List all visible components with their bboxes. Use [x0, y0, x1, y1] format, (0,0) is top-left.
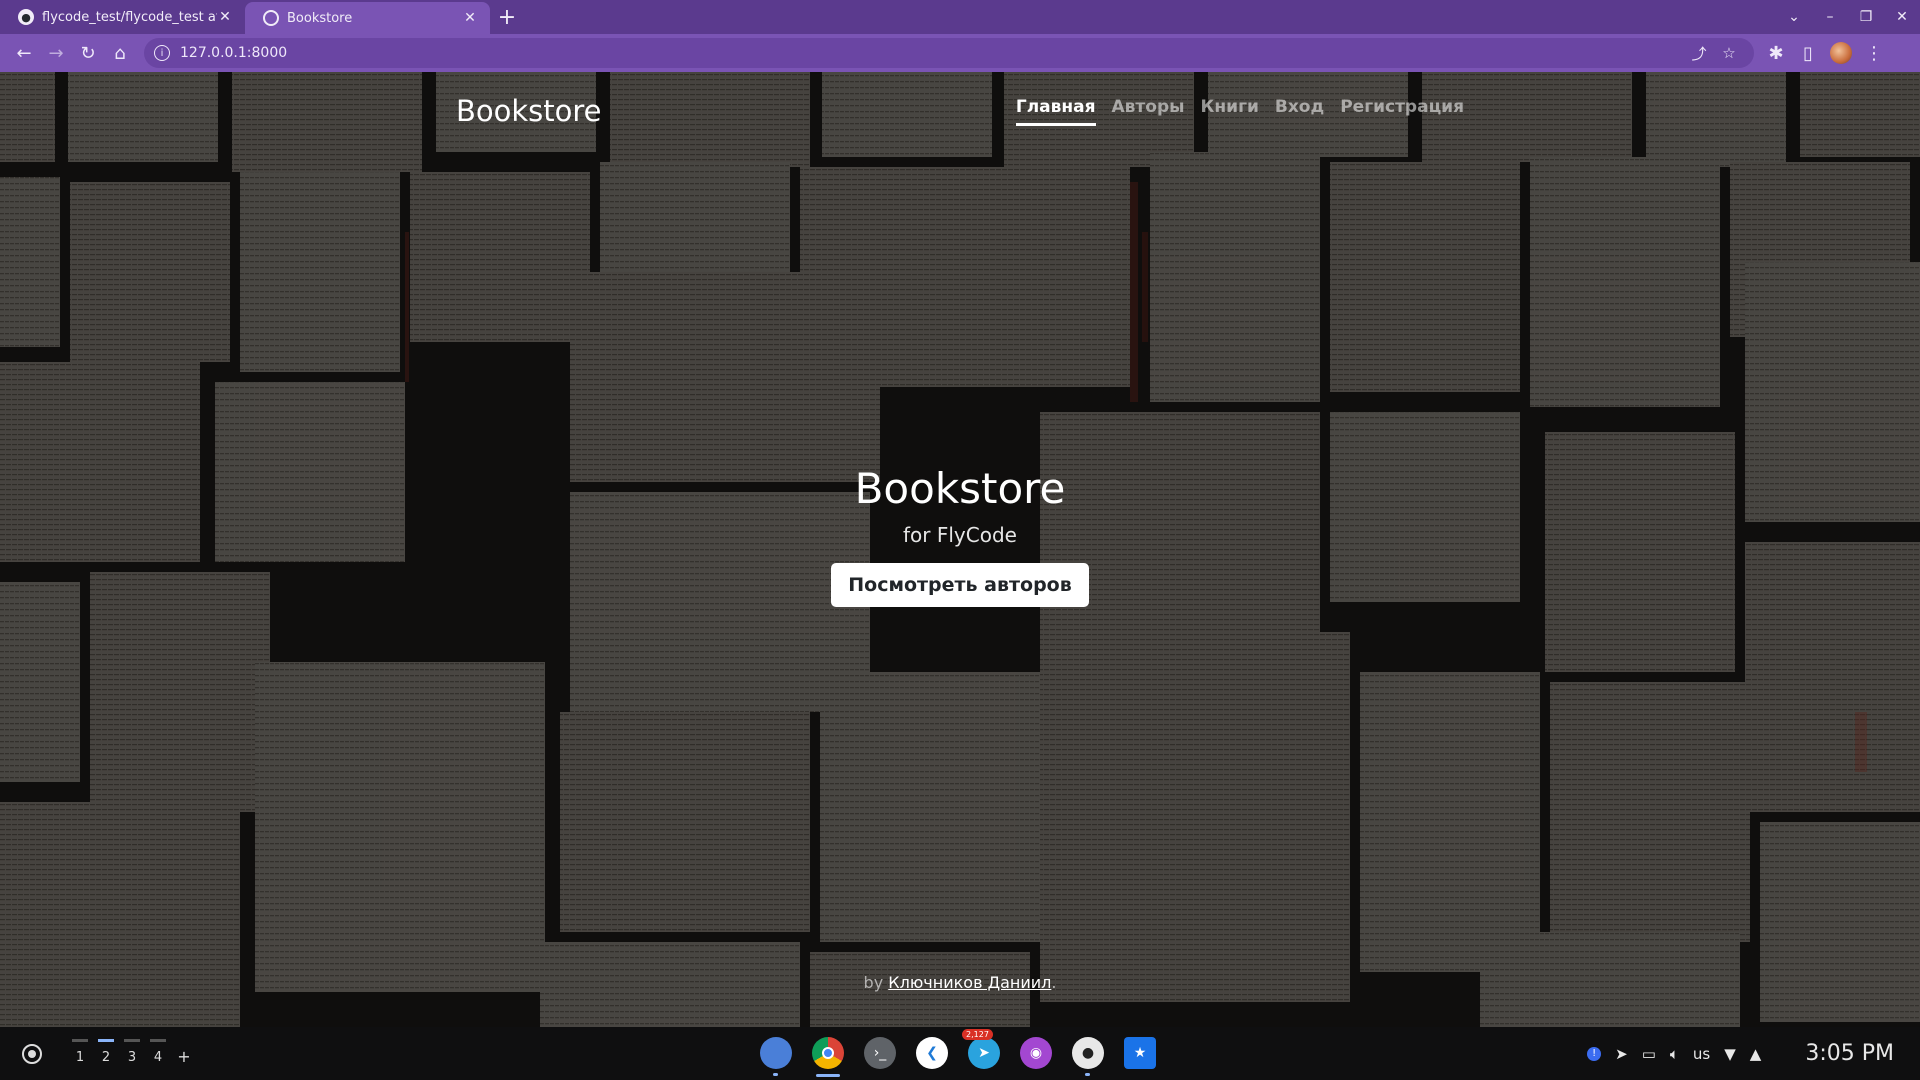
window-controls: ⌄ – ❐ ✕ — [1776, 0, 1920, 34]
expand-tray-icon: ▲ — [1749, 1044, 1762, 1063]
nav-link-authors[interactable]: Авторы — [1112, 97, 1185, 126]
footer-prefix: by — [863, 973, 884, 992]
restore-icon[interactable]: ❐ — [1848, 9, 1884, 25]
active-indicator — [816, 1074, 840, 1077]
browser-tab-strip: ● flycode_test/flycode_test at ✕ Booksto… — [0, 0, 1920, 34]
bookmark-star-icon[interactable]: ☆ — [1714, 44, 1744, 62]
unread-badge: 2,127 — [962, 1029, 993, 1040]
os-shelf: 1 2 3 4 + ›_ ❮ ➤ 2,127 ◉ ● ★ ! ➤ ▭ 🔈︎ us… — [0, 1027, 1920, 1080]
podcast-icon[interactable]: ◉ — [1020, 1037, 1052, 1069]
profile-avatar[interactable] — [1830, 42, 1852, 64]
page-footer: by Ключников Даниил. — [0, 973, 1920, 992]
nav-link-login[interactable]: Вход — [1275, 97, 1324, 126]
running-indicator — [773, 1073, 778, 1076]
back-icon[interactable]: ← — [8, 37, 40, 69]
send-icon: ➤ — [1615, 1044, 1628, 1063]
tab-title: Bookstore — [287, 10, 353, 26]
share-icon[interactable]: ⤴ — [1684, 43, 1714, 64]
notification-icon[interactable]: ! — [1587, 1046, 1602, 1061]
side-panel-icon[interactable]: ▯ — [1792, 37, 1824, 69]
close-tab-icon[interactable]: ✕ — [217, 9, 233, 25]
add-desk-button[interactable]: + — [176, 1039, 192, 1066]
desk-2[interactable]: 2 — [98, 1039, 114, 1066]
files-icon[interactable] — [760, 1037, 792, 1076]
clock[interactable]: 3:05 PM — [1805, 1041, 1894, 1066]
tab-search-icon[interactable]: ⌄ — [1776, 9, 1812, 25]
nav-link-home[interactable]: Главная — [1015, 97, 1096, 126]
author-link[interactable]: Ключников Даниил — [888, 973, 1051, 992]
tab-bookstore[interactable]: Bookstore ✕ — [245, 2, 490, 34]
close-window-icon[interactable]: ✕ — [1884, 9, 1920, 25]
hero-subtitle: for FlyCode — [903, 523, 1017, 547]
browser-toolbar: ← → ↻ ⌂ i 127.0.0.1:8000 ⤴ ☆ ✱ ▯ ⋮ — [0, 34, 1920, 72]
wifi-icon: ▼ — [1724, 1044, 1736, 1063]
volume-icon: 🔈︎ — [1669, 1044, 1679, 1063]
status-tray[interactable]: ! ➤ ▭ 🔈︎ us ▼ ▲ 3:05 PM — [1587, 1027, 1894, 1080]
clipboard-icon: ▭ — [1641, 1044, 1656, 1063]
pinned-apps: ›_ ❮ ➤ 2,127 ◉ ● ★ — [760, 1029, 1156, 1077]
close-tab-icon[interactable]: ✕ — [462, 10, 478, 26]
address-bar[interactable]: i 127.0.0.1:8000 ⤴ ☆ — [144, 38, 1754, 68]
desk-3[interactable]: 3 — [124, 1039, 140, 1066]
nav-link-register[interactable]: Регистрация — [1340, 97, 1464, 126]
page-viewport: Bookstore Главная Авторы Книги Вход Реги… — [0, 72, 1920, 1027]
site-navbar: Bookstore Главная Авторы Книги Вход Реги… — [456, 86, 1464, 136]
site-brand[interactable]: Bookstore — [456, 94, 602, 128]
desk-1[interactable]: 1 — [72, 1039, 88, 1066]
nav-links: Главная Авторы Книги Вход Регистрация — [1000, 97, 1464, 126]
terminal-icon[interactable]: ›_ — [864, 1037, 896, 1069]
launcher-icon[interactable] — [22, 1044, 42, 1064]
chrome-center — [822, 1047, 834, 1059]
tab-github[interactable]: ● flycode_test/flycode_test at ✕ — [0, 0, 245, 34]
view-authors-button[interactable]: Посмотреть авторов — [831, 563, 1089, 607]
new-tab-button[interactable]: + — [490, 0, 524, 34]
chrome-icon[interactable] — [812, 1037, 844, 1077]
github-icon: ● — [18, 9, 34, 25]
reload-icon[interactable]: ↻ — [72, 37, 104, 69]
telegram-icon[interactable]: ➤ 2,127 — [962, 1029, 1000, 1069]
folder-icon[interactable]: ★ — [1124, 1037, 1156, 1069]
globe-icon — [263, 10, 279, 26]
forward-icon[interactable]: → — [40, 37, 72, 69]
address-text[interactable]: 127.0.0.1:8000 — [180, 45, 1684, 61]
footer-suffix: . — [1051, 973, 1057, 992]
keyboard-layout: us — [1692, 1044, 1711, 1063]
virtual-desks: 1 2 3 4 + — [72, 1039, 192, 1066]
camera-icon[interactable]: ● — [1072, 1037, 1104, 1076]
desk-4[interactable]: 4 — [150, 1039, 166, 1066]
site-info-icon[interactable]: i — [154, 45, 170, 61]
hero-section: Bookstore for FlyCode Посмотреть авторов — [0, 464, 1920, 607]
running-indicator — [1085, 1073, 1090, 1076]
hero-title: Bookstore — [854, 464, 1066, 513]
vscode-icon[interactable]: ❮ — [916, 1037, 948, 1069]
minimize-icon[interactable]: – — [1812, 9, 1848, 25]
tab-title: flycode_test/flycode_test at — [42, 9, 217, 25]
menu-icon[interactable]: ⋮ — [1858, 37, 1890, 69]
home-icon[interactable]: ⌂ — [104, 37, 136, 69]
nav-link-books[interactable]: Книги — [1201, 97, 1259, 126]
extensions-icon[interactable]: ✱ — [1760, 37, 1792, 69]
